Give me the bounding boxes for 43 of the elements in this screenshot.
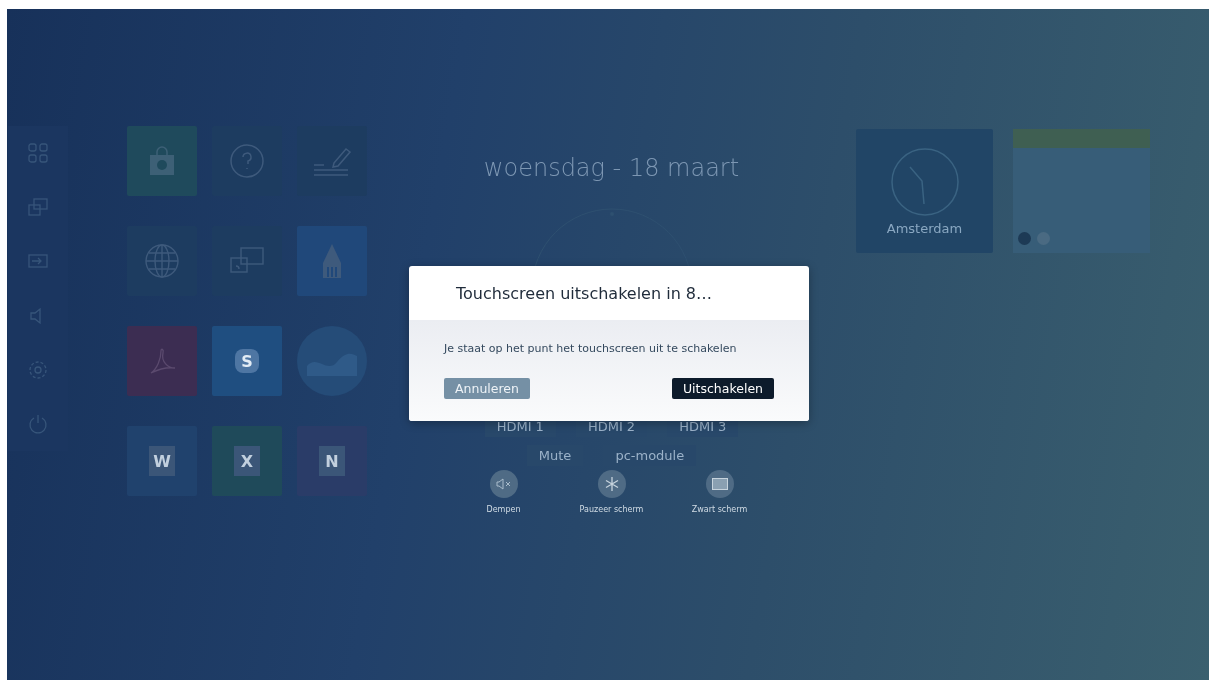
snowflake-icon [604, 477, 619, 491]
store-app-tile[interactable] [127, 126, 197, 196]
apps-icon[interactable] [27, 142, 49, 165]
whiteboard-app-tile[interactable] [297, 126, 367, 196]
pencil-app-tile[interactable] [297, 226, 367, 296]
date-label: woensdag - 18 maart [483, 154, 740, 184]
globe-icon [144, 243, 180, 279]
browser-app-tile[interactable] [127, 226, 197, 296]
help-app-tile[interactable] [212, 126, 282, 196]
document-letter-icon: N [319, 446, 345, 476]
mute-icon [495, 478, 512, 490]
note-widget[interactable] [1013, 129, 1150, 253]
excel-app-tile[interactable]: X [212, 426, 282, 496]
dialog-message: Je staat op het punt het touchscreen uit te schakelen [444, 342, 738, 355]
clock-widget[interactable]: Amsterdam [856, 129, 993, 253]
city-label: Amsterdam [886, 220, 963, 236]
action-label: Zwart scherm [691, 505, 748, 514]
document-letter-icon: W [149, 446, 175, 476]
settings-icon[interactable] [27, 358, 49, 381]
onenote-app-tile[interactable]: N [297, 426, 367, 496]
power-icon[interactable] [27, 412, 49, 435]
action-label: Pauzeer scherm [579, 505, 644, 514]
cast-app-tile[interactable] [212, 226, 282, 296]
pencil-icon [322, 243, 342, 279]
word-app-tile[interactable]: W [127, 426, 197, 496]
bag-icon [149, 146, 175, 176]
document-letter-icon: X [234, 446, 260, 476]
screen-icon [711, 478, 728, 490]
skype-letter-icon: S [235, 349, 259, 373]
mute-action-button[interactable] [489, 470, 518, 498]
confirm-button[interactable]: Uitschakelen [671, 378, 774, 399]
action-label: Dempen [486, 505, 521, 514]
blank-action-button[interactable] [705, 470, 734, 498]
cancel-button[interactable]: Annuleren [444, 378, 530, 399]
screens-icon [229, 246, 265, 276]
pen-on-lines-icon [312, 145, 352, 177]
freeze-action-button[interactable] [597, 470, 626, 498]
pdf-app-tile[interactable] [127, 326, 197, 396]
analog-clock-icon [889, 146, 960, 217]
help-icon [229, 143, 265, 179]
skype-app-tile[interactable]: S [212, 326, 282, 396]
dialog-title: Touchscreen uitschakelen in 8… [456, 283, 713, 303]
screens-icon[interactable] [27, 196, 49, 219]
